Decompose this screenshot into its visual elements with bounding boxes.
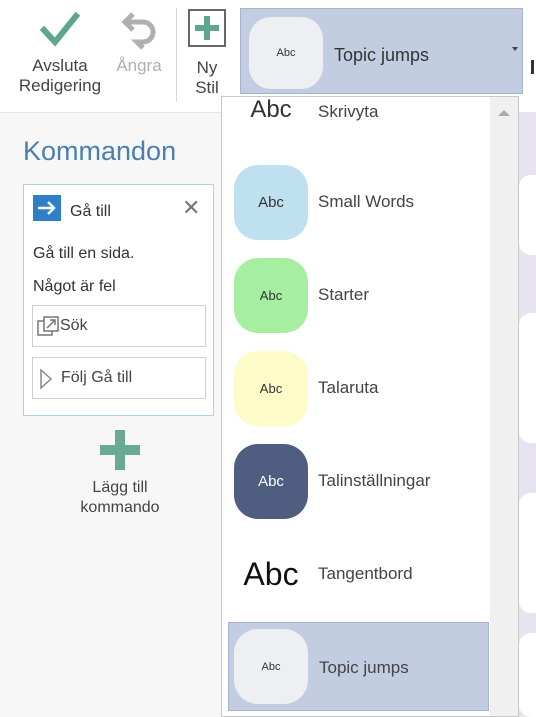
canvas-item: [519, 175, 536, 255]
canvas-item: [519, 633, 536, 717]
undo-icon: [121, 12, 156, 50]
canvas-edge: [519, 113, 536, 717]
style-swatch: Abc: [234, 444, 308, 519]
style-selector-combo[interactable]: Abc Topic jumps: [240, 8, 523, 94]
style-swatch: Abc: [234, 165, 308, 240]
add-command-label-line1: Lägg till: [92, 479, 148, 496]
clipped-toolbar-item: [531, 60, 534, 74]
new-style-label-line1: Ny: [196, 58, 218, 77]
style-swatch: Abc: [234, 629, 308, 704]
canvas-item: [519, 493, 536, 613]
style-option-label: Skrivyta: [318, 102, 379, 121]
style-option-label: Tangentbord: [318, 564, 413, 583]
style-option-small-words[interactable]: Abc Small Words: [222, 155, 490, 248]
dropdown-scrollbar[interactable]: [490, 97, 518, 716]
style-option-skrivyta[interactable]: Abc Skrivyta: [222, 97, 490, 155]
toolbar-separator: [176, 8, 177, 102]
undo-label: Ångra: [116, 56, 162, 75]
current-style-label: Topic jumps: [334, 45, 430, 65]
command-card-title: Gå till: [70, 203, 111, 220]
external-link-icon: [37, 316, 59, 336]
canvas-item: [519, 313, 536, 443]
style-option-tangentbord[interactable]: Abc Tangentbord: [222, 527, 490, 620]
new-style-label-line2: Stil: [195, 78, 219, 97]
style-option-talinstallningar[interactable]: Abc Talinställningar: [222, 434, 490, 527]
style-option-label: Talinställningar: [318, 471, 431, 490]
style-option-label: Topic jumps: [319, 658, 409, 677]
search-option-button[interactable]: Sök: [32, 305, 206, 347]
style-swatch: Abc: [234, 258, 308, 333]
follow-goto-option-label: Följ Gå till: [61, 369, 133, 386]
checkmark-icon: [40, 11, 80, 47]
undo-button[interactable]: Ångra: [110, 0, 168, 76]
follow-goto-option-button[interactable]: Följ Gå till: [32, 357, 206, 399]
style-option-starter[interactable]: Abc Starter: [222, 248, 490, 341]
style-swatch: Abc: [234, 537, 308, 612]
add-command-button[interactable]: Lägg till kommando: [60, 430, 180, 518]
plus-box-icon: [188, 9, 226, 47]
arrow-right-icon: [33, 195, 61, 221]
finish-editing-button[interactable]: Avsluta Redigering: [10, 0, 110, 96]
style-swatch: Abc: [234, 97, 308, 147]
search-option-label: Sök: [60, 317, 88, 334]
add-command-label-line2: kommando: [80, 499, 160, 516]
style-swatch: Abc: [234, 351, 308, 426]
chevron-down-icon[interactable]: [512, 47, 518, 51]
style-option-talaruta[interactable]: Abc Talaruta: [222, 341, 490, 434]
plus-icon: [100, 430, 140, 470]
play-outline-icon: [40, 368, 53, 390]
style-option-label: Small Words: [318, 192, 415, 211]
current-style-swatch: Abc: [249, 17, 323, 89]
style-dropdown-list: Abc Skrivyta Abc Small Words Abc Starter…: [221, 96, 519, 717]
command-card: Gå till ✕ Gå till en sida. Något är fel …: [23, 184, 214, 416]
command-card-note: Något är fel: [33, 278, 116, 295]
style-option-label: Talaruta: [318, 378, 379, 397]
finish-label-line1: Avsluta: [32, 56, 88, 75]
command-card-description: Gå till en sida.: [33, 245, 135, 262]
commands-title: Kommandon: [23, 136, 177, 166]
finish-label-line2: Redigering: [18, 76, 102, 95]
close-icon[interactable]: ✕: [182, 197, 200, 219]
scroll-up-icon[interactable]: [498, 110, 510, 116]
style-option-label: Starter: [318, 285, 370, 304]
style-option-topic-jumps[interactable]: Abc Topic jumps: [228, 622, 489, 711]
new-style-button[interactable]: Ny Stil: [182, 0, 232, 98]
